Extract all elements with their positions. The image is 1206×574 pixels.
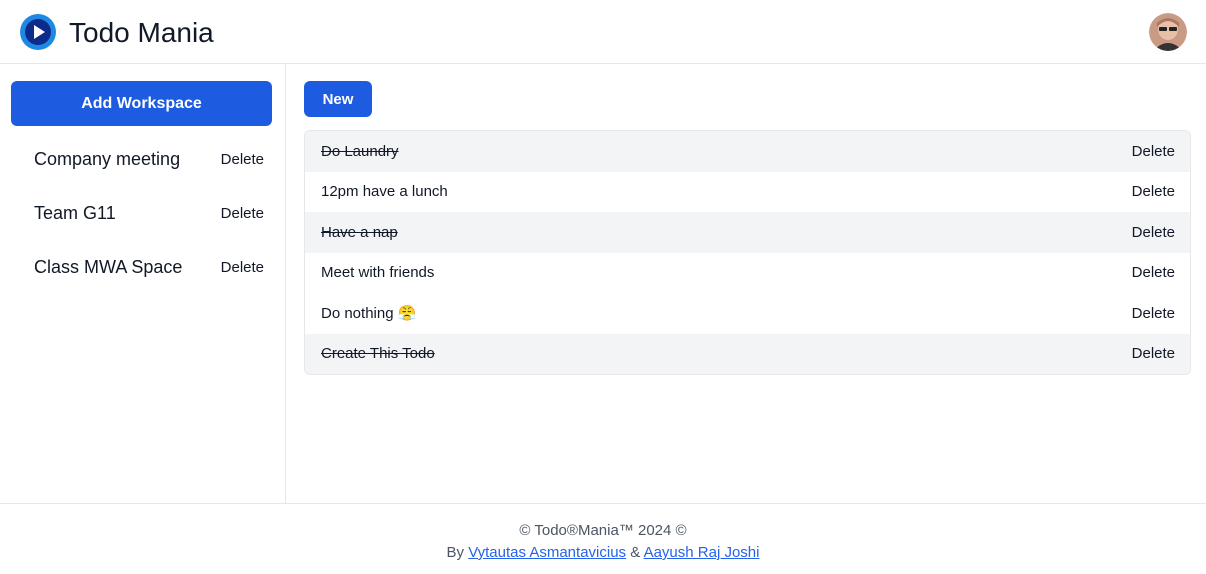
new-todo-button[interactable]: New — [304, 81, 372, 117]
by-prefix: By — [446, 544, 465, 561]
todo-delete-button[interactable]: Delete — [1132, 183, 1175, 200]
todo-list: Do Laundry Delete 12pm have a lunch Dele… — [304, 130, 1191, 375]
workspace-sidebar: Add Workspace Company meeting Delete Tea… — [0, 64, 286, 504]
todo-delete-button[interactable]: Delete — [1132, 345, 1175, 362]
page-footer: © Todo®Mania™ 2024 © By Vytautas Asmanta… — [0, 503, 1206, 574]
todo-delete-button[interactable]: Delete — [1132, 224, 1175, 241]
authors-line: By Vytautas Asmantavicius & Aayush Raj J… — [0, 543, 1206, 563]
todo-row: Create This Todo Delete — [305, 333, 1190, 374]
todo-row: Do nothing 😤 Delete — [305, 293, 1190, 334]
author-link-aayush[interactable]: Aayush Raj Joshi — [644, 544, 760, 561]
todo-text[interactable]: Have a nap — [321, 224, 398, 241]
add-workspace-button[interactable]: Add Workspace — [11, 81, 272, 126]
workspace-delete-button[interactable]: Delete — [221, 205, 264, 222]
workspace-item: Company meeting Delete — [34, 144, 264, 174]
app-header: Todo Mania — [0, 0, 1206, 64]
workspace-delete-button[interactable]: Delete — [221, 259, 264, 276]
workspace-name[interactable]: Class MWA Space — [34, 257, 182, 278]
todo-row: Have a nap Delete — [305, 212, 1190, 253]
play-logo-icon[interactable] — [20, 14, 56, 50]
app-title: Todo Mania — [69, 17, 214, 48]
workspace-name[interactable]: Company meeting — [34, 149, 180, 170]
copyright-text: © Todo®Mania™ 2024 © — [519, 522, 687, 539]
workspace-item: Class MWA Space Delete — [34, 252, 264, 282]
todo-row: Meet with friends Delete — [305, 252, 1190, 293]
workspace-delete-button[interactable]: Delete — [221, 151, 264, 168]
workspace-item: Team G11 Delete — [34, 198, 264, 228]
todo-delete-button[interactable]: Delete — [1132, 264, 1175, 281]
todo-text[interactable]: 12pm have a lunch — [321, 183, 448, 200]
todo-text[interactable]: Create This Todo — [321, 345, 435, 362]
todo-delete-button[interactable]: Delete — [1132, 305, 1175, 322]
todo-text[interactable]: Do Laundry — [321, 143, 399, 160]
todo-row: 12pm have a lunch Delete — [305, 171, 1190, 212]
todo-row: Do Laundry Delete — [305, 131, 1190, 172]
workspace-name[interactable]: Team G11 — [34, 203, 116, 224]
todo-text[interactable]: Do nothing 😤 — [321, 304, 416, 322]
todo-delete-button[interactable]: Delete — [1132, 143, 1175, 160]
user-avatar[interactable] — [1149, 13, 1187, 51]
authors-separator: & — [630, 544, 641, 561]
author-link-vytautas[interactable]: Vytautas Asmantavicius — [468, 544, 626, 561]
todo-text[interactable]: Meet with friends — [321, 264, 434, 281]
todo-panel: New Do Laundry Delete 12pm have a lunch … — [287, 64, 1206, 504]
